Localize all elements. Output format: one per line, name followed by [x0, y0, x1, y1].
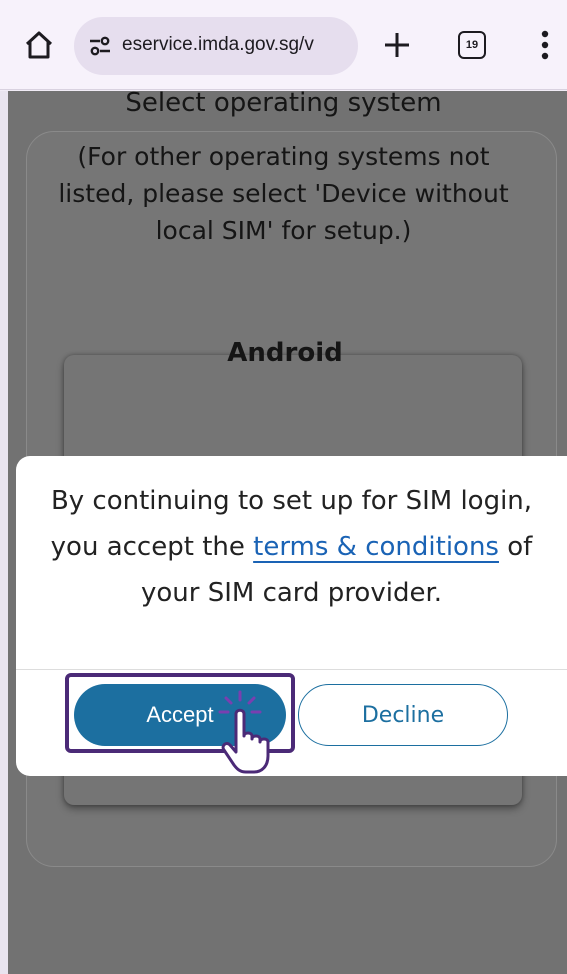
- url-text[interactable]: eservice.imda.gov.sg/v: [122, 34, 314, 56]
- address-bar[interactable]: eservice.imda.gov.sg/v: [74, 17, 358, 75]
- android-option-label[interactable]: Android: [56, 338, 514, 368]
- decline-label: Decline: [361, 702, 445, 728]
- plus-icon[interactable]: [380, 28, 414, 62]
- tune-icon[interactable]: [88, 35, 112, 57]
- home-icon[interactable]: [22, 28, 56, 62]
- tab-switcher-button[interactable]: 19: [458, 31, 486, 59]
- modal-divider: [16, 669, 567, 670]
- tab-count: 19: [465, 39, 479, 51]
- hand-cursor-icon: [218, 690, 270, 774]
- page-title: Select operating system: [125, 88, 442, 118]
- terms-link[interactable]: terms & conditions: [253, 532, 499, 562]
- decline-button[interactable]: Decline: [298, 684, 508, 746]
- modal-message: By continuing to set up for SIM login, y…: [26, 478, 557, 616]
- page-note: (For other operating systems not listed,…: [58, 142, 509, 245]
- more-vert-icon[interactable]: [533, 26, 557, 64]
- browser-toolbar: eservice.imda.gov.sg/v 19: [0, 0, 567, 90]
- page-edge: [0, 91, 8, 974]
